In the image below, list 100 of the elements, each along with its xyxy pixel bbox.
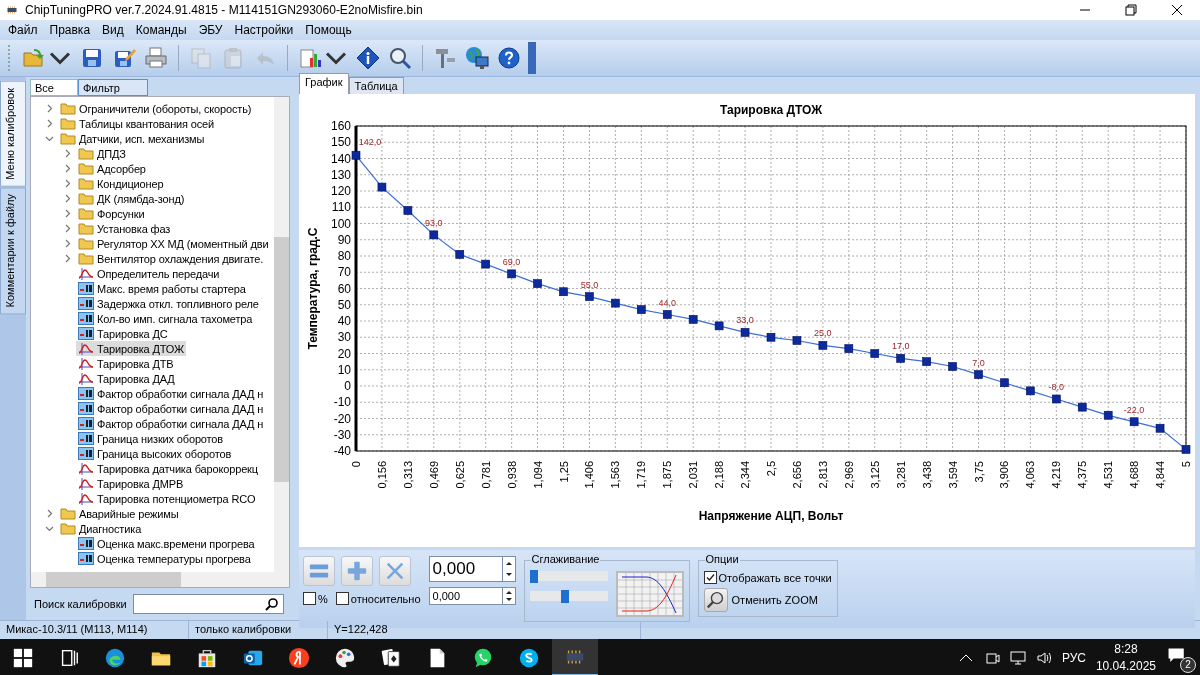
clock-date[interactable]: 10.04.2025 [1095, 659, 1156, 673]
checkbox[interactable] [703, 571, 717, 584]
number-field[interactable]: 0,000 [428, 556, 502, 582]
menu-item[interactable]: Помощь [299, 21, 358, 39]
tree-item[interactable]: Ограничители (обороты, скорость) [58, 101, 254, 116]
data-point[interactable] [1181, 445, 1191, 454]
slider-thumb[interactable] [529, 570, 538, 583]
tab[interactable]: График [299, 73, 349, 94]
tree-item[interactable]: Аварийные режимы [58, 506, 181, 521]
tree-item[interactable]: Граница высоких оборотов [76, 446, 234, 461]
chevron-right-icon[interactable] [63, 209, 72, 218]
tree-item[interactable]: Регулятор ХХ МД (моментный дви [76, 236, 271, 251]
tree-item[interactable]: Форсунки [76, 206, 147, 221]
tree-item[interactable]: Тарировка датчика барокоррекц [76, 461, 260, 476]
data-point[interactable] [792, 336, 802, 345]
chevron-right-icon[interactable] [63, 164, 72, 173]
tree-item[interactable]: Датчики, исп. механизмы [58, 131, 207, 146]
tree-item[interactable]: Граница низких оборотов [76, 431, 225, 446]
language-indicator[interactable]: РУС [1061, 650, 1086, 665]
slider[interactable] [529, 591, 608, 601]
tree-item[interactable]: Фактор обработки сигнала ДАД н [76, 416, 266, 431]
tree-item[interactable]: Оценка макс.времени прогрева [76, 536, 257, 551]
data-point[interactable] [714, 321, 724, 331]
tree-item[interactable]: Оценка температуры прогрева [76, 551, 253, 566]
chevron-down-icon[interactable] [45, 524, 54, 533]
data-point[interactable] [688, 315, 698, 324]
menu-item[interactable]: ЭБУ [192, 21, 229, 39]
taskbar-button[interactable] [552, 639, 598, 675]
tree-item[interactable]: ДК (лямбда-зонд) [76, 191, 187, 206]
scrollbar[interactable] [274, 97, 289, 572]
tree-item[interactable]: Диагностика [58, 521, 144, 536]
data-point[interactable] [377, 182, 387, 192]
chevron-right-icon[interactable] [45, 509, 54, 518]
tree-item[interactable]: Фактор обработки сигнала ДАД н [76, 401, 266, 416]
data-point[interactable] [351, 150, 361, 160]
tree-item[interactable]: Тарировка ДМРВ [76, 476, 186, 491]
chevron-right-icon[interactable] [63, 239, 72, 248]
slider-thumb[interactable] [561, 590, 570, 603]
data-point[interactable] [1052, 394, 1061, 404]
checkbox[interactable] [303, 592, 316, 605]
search-field[interactable] [132, 594, 284, 614]
menu-item[interactable]: Вид [96, 21, 130, 39]
tree-item[interactable]: Адсорбер [76, 161, 148, 176]
reset-zoom-button[interactable]: Отменить ZOOM [703, 588, 832, 612]
menu-item[interactable]: Правка [43, 21, 97, 39]
chevron-right-icon[interactable] [63, 254, 72, 263]
data-point[interactable] [429, 230, 439, 240]
tree-item[interactable]: Кол-во имп. сигнала тахометра [76, 311, 255, 326]
data-point[interactable] [870, 349, 880, 358]
number-field[interactable]: 0,000 [428, 587, 502, 605]
data-point[interactable] [1129, 417, 1139, 427]
data-point[interactable] [662, 310, 672, 319]
chevron-right-icon[interactable] [45, 104, 54, 113]
data-point[interactable] [611, 298, 620, 308]
tree-item[interactable]: ДПДЗ [76, 146, 128, 161]
menu-item[interactable]: Файл [2, 21, 44, 39]
monitor-icon[interactable] [1009, 649, 1026, 666]
tree-item[interactable]: Задержка откл. топливного реле [76, 296, 261, 311]
data-point[interactable] [1155, 423, 1165, 433]
tree-item[interactable]: Тарировка ДТОЖ [76, 341, 186, 356]
data-point[interactable] [1026, 386, 1035, 396]
data-point[interactable] [455, 250, 465, 259]
data-point[interactable] [740, 328, 750, 337]
tree-item[interactable]: Кондиционер [76, 176, 166, 191]
data-point[interactable] [766, 332, 776, 342]
speaker-icon[interactable] [1035, 649, 1052, 666]
data-point[interactable] [844, 344, 854, 353]
chevron-right-icon[interactable] [63, 179, 72, 188]
tab[interactable]: Все [30, 79, 78, 96]
chevron-down-icon[interactable] [45, 134, 54, 143]
data-point[interactable] [1103, 410, 1113, 420]
tree-item[interactable]: Тарировка ДАД [76, 371, 177, 386]
search-icon[interactable] [265, 597, 279, 611]
slider[interactable] [529, 571, 608, 581]
menu-item[interactable]: Команды [129, 21, 193, 39]
tree-item[interactable]: Установка фаз [76, 221, 173, 236]
chevron-right-icon[interactable] [45, 119, 54, 128]
clock-time[interactable]: 8:28 [1114, 642, 1138, 656]
data-point[interactable] [481, 259, 490, 269]
tree-item[interactable]: Тарировка ДТВ [76, 356, 176, 371]
chevron-right-icon[interactable] [63, 149, 72, 158]
data-point[interactable] [1000, 378, 1009, 388]
data-point[interactable] [403, 206, 413, 215]
chevron-right-icon[interactable] [63, 224, 72, 233]
tree-item[interactable]: Макс. время работы стартера [76, 281, 248, 296]
tab[interactable]: Фильтр [78, 79, 148, 96]
tree-item[interactable]: Тарировка ДС [76, 326, 170, 341]
side-tab[interactable]: Меню калибровок [0, 81, 26, 187]
tree-item[interactable]: Определитель передачи [76, 266, 222, 281]
tree-item[interactable]: Тарировка потенциометра RCO [76, 491, 258, 506]
data-point[interactable] [507, 269, 516, 279]
equals-button[interactable] [303, 556, 335, 586]
data-point[interactable] [559, 287, 568, 297]
data-point[interactable] [1077, 402, 1087, 412]
checkbox[interactable] [335, 592, 349, 605]
tree-item[interactable]: Фактор обработки сигнала ДАД н [76, 386, 266, 401]
menu-item[interactable]: Настройки [228, 21, 300, 39]
chevron-right-icon[interactable] [63, 194, 72, 203]
data-point[interactable] [818, 341, 828, 350]
scrollbar[interactable] [31, 572, 289, 587]
